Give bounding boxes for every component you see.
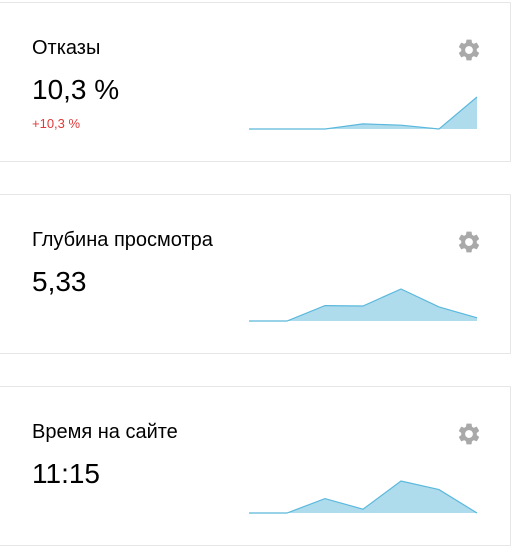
widget-value: 11:15: [32, 458, 100, 489]
widget-time-on-site: Время на сайте 11:15: [0, 386, 511, 546]
widget-title: Отказы: [32, 37, 101, 59]
widget-settings-button[interactable]: [456, 37, 482, 63]
sparkline-area: [249, 289, 477, 321]
gear-icon: [458, 423, 480, 445]
widget-sparkline: [249, 96, 478, 130]
widget-settings-button[interactable]: [456, 421, 482, 447]
widget-page-depth: Глубина просмотра 5,33: [0, 194, 511, 354]
widget-sparkline: [249, 288, 478, 322]
widget-sparkline: [249, 480, 478, 514]
widget-settings-button[interactable]: [456, 229, 482, 255]
widget-title: Время на сайте: [32, 421, 178, 443]
gear-icon: [458, 231, 480, 253]
widget-value: 10,3 %: [32, 74, 120, 105]
widget-value: 5,33: [32, 266, 87, 297]
widget-delta: +10,3 %: [32, 116, 81, 131]
widget-title: Глубина просмотра: [32, 229, 213, 251]
metrics-widgets: Отказы 10,3 % +10,3 % Глубина просмотра …: [0, 0, 516, 549]
widget-bounce-rate: Отказы 10,3 % +10,3 %: [0, 2, 511, 162]
gear-icon: [458, 39, 480, 61]
sparkline-area: [249, 481, 477, 513]
sparkline-line: [249, 96, 478, 130]
